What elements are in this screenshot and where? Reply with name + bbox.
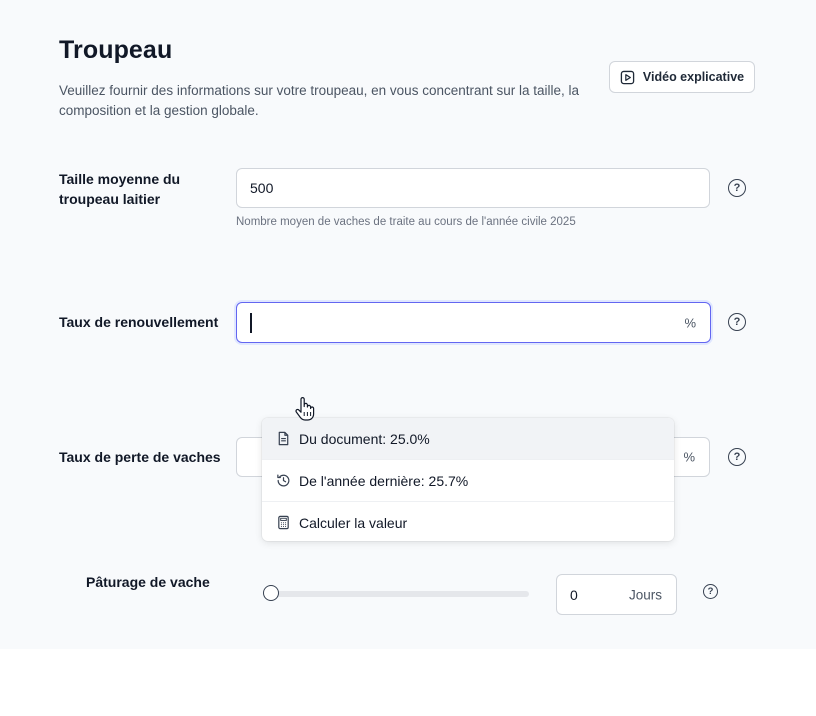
suggestion-label: Du document: 25.0% — [299, 430, 430, 447]
grazing-slider-track[interactable] — [266, 591, 529, 597]
play-square-icon — [620, 70, 635, 85]
suggestion-from-last-year[interactable]: De l'année dernière: 25.7% — [262, 460, 674, 502]
herd-size-input[interactable]: 500 — [236, 168, 710, 208]
suggestion-from-document[interactable]: Du document: 25.0% — [262, 418, 674, 460]
suggestion-label: De l'année dernière: 25.7% — [299, 472, 469, 489]
video-explanation-button[interactable]: Vidéo explicative — [609, 61, 755, 93]
value-suggestions-dropdown: Du document: 25.0% De l'année dernière: … — [262, 418, 674, 541]
history-icon — [276, 473, 291, 488]
herd-size-help-icon[interactable]: ? — [728, 179, 746, 197]
video-button-label: Vidéo explicative — [642, 70, 745, 84]
grazing-help-icon[interactable]: ? — [703, 584, 718, 599]
page-description: Veuillez fournir des informations sur vo… — [59, 83, 580, 118]
grazing-slider-thumb[interactable] — [263, 585, 279, 601]
calculator-icon — [276, 515, 291, 530]
grazing-days-input[interactable]: 0 Jours — [556, 574, 677, 615]
help-glyph: ? — [707, 586, 714, 597]
help-glyph: ? — [733, 451, 741, 463]
herd-form-panel: Troupeau Veuillez fournir des informatio… — [0, 0, 816, 649]
grazing-label: Pâturage de vache — [86, 574, 210, 590]
help-glyph: ? — [733, 316, 741, 328]
document-icon — [276, 431, 291, 446]
suggestion-calculate[interactable]: Calculer la valeur — [262, 502, 674, 541]
replacement-rate-unit: % — [684, 315, 696, 330]
text-caret — [250, 313, 252, 333]
cow-loss-rate-unit: % — [683, 449, 695, 465]
help-glyph: ? — [733, 182, 741, 194]
cow-loss-rate-help-icon[interactable]: ? — [728, 448, 746, 466]
replacement-rate-input[interactable]: % — [236, 302, 711, 343]
replacement-rate-label: Taux de renouvellement — [59, 314, 219, 330]
herd-size-label: Taille moyenne du troupeau laitier — [59, 171, 181, 207]
hand-pointer-cursor-icon — [294, 396, 316, 427]
herd-size-value: 500 — [250, 180, 274, 196]
replacement-rate-help-icon[interactable]: ? — [728, 313, 746, 331]
grazing-days-unit: Jours — [628, 587, 662, 602]
suggestion-label: Calculer la valeur — [299, 514, 408, 531]
cow-loss-rate-label: Taux de perte de vaches — [59, 449, 221, 465]
herd-size-hint: Nombre moyen de vaches de traite au cour… — [236, 216, 576, 228]
page-title: Troupeau — [59, 36, 173, 64]
grazing-days-value: 0 — [570, 586, 578, 603]
